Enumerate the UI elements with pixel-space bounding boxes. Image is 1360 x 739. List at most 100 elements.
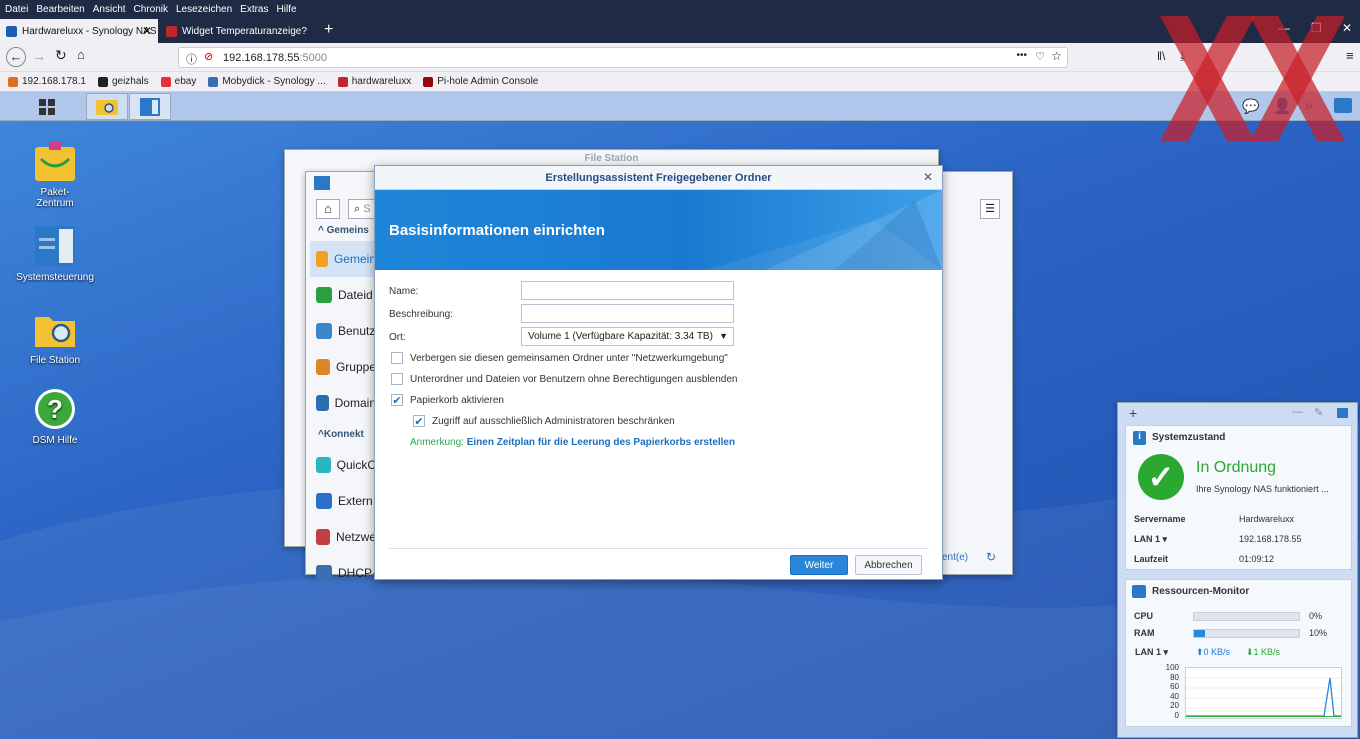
back-icon[interactable]: ← (6, 47, 26, 67)
sidebar-item[interactable]: Gruppe (310, 349, 376, 385)
wizard-close-icon[interactable]: ✕ (923, 170, 933, 184)
desktop-icon-control-panel[interactable]: Systemsteuerung (10, 224, 100, 283)
bookmark-item[interactable]: geizhals (97, 76, 149, 87)
bookmark-item[interactable]: ebay (160, 76, 196, 87)
y-tick-label: 100 (1165, 663, 1179, 672)
next-button[interactable]: Weiter (790, 555, 848, 575)
ram-bar-fill (1194, 630, 1205, 637)
desktop-icon-package-center[interactable]: Paket- Zentrum (10, 139, 100, 209)
sidebar-item[interactable]: Benutz (310, 313, 376, 349)
health-panel: i Systemzustand ✓ In Ordnung Ihre Synolo… (1125, 425, 1352, 570)
sidebar-item[interactable]: Extern (310, 483, 376, 519)
hamburger-menu-icon[interactable]: ≡ (1346, 48, 1354, 63)
reload-icon[interactable]: ↻ (55, 47, 67, 64)
name-input[interactable] (521, 281, 734, 300)
admin-only-label[interactable]: Zugriff auf ausschließlich Administrator… (432, 416, 675, 427)
sidebar-item[interactable]: Netzwe (310, 519, 376, 555)
sidebar-item-icon (316, 395, 329, 411)
info-icon[interactable]: ⓘ (186, 51, 197, 67)
sidebar-item-icon (316, 323, 332, 339)
sort-icon[interactable]: ☰ (980, 199, 1000, 219)
status-ok-icon: ✓ (1138, 454, 1184, 500)
servername-value: Hardwareluxx (1239, 514, 1295, 524)
section-connectivity[interactable]: ^ Konnekt (310, 421, 376, 447)
widget-pin-icon[interactable]: ✎ (1314, 406, 1323, 419)
new-tab-button[interactable]: + (324, 21, 333, 39)
home-icon[interactable]: ⌂ (77, 47, 85, 62)
pocket-icon[interactable]: ♡ (1035, 50, 1045, 63)
sidebar-item-label: Benutz (338, 324, 376, 338)
sidebar-item[interactable]: Domain (310, 385, 376, 421)
lan-label[interactable]: LAN 1 ▾ (1134, 534, 1167, 545)
sidebar-item[interactable]: Dateid (310, 277, 376, 313)
bookmark-favicon-icon (160, 76, 171, 87)
refresh-icon[interactable]: ↻ (986, 550, 996, 564)
menu-item-extras[interactable]: Extras (240, 4, 268, 15)
chart-y-axis: 100 80 60 40 20 0 (1159, 663, 1179, 721)
chevron-down-icon: ▼ (719, 331, 728, 341)
widget-panel: + — ✎ i Systemzustand ✓ In Ordnung Ihre … (1117, 402, 1358, 738)
location-select[interactable]: Volume 1 (Verfügbare Kapazität: 3.34 TB)… (521, 327, 734, 346)
lan-select[interactable]: LAN 1 ▾ (1135, 647, 1168, 658)
schedule-link[interactable]: Einen Zeitplan für die Leerung des Papie… (467, 437, 735, 448)
page-actions-icon[interactable]: ••• (1016, 50, 1027, 61)
checkbox-admin-only[interactable]: ✔ (413, 415, 425, 428)
help-icon: ? (33, 387, 77, 431)
health-title: Systemzustand (1152, 432, 1226, 443)
add-widget-button[interactable]: + (1129, 405, 1137, 421)
note-label: Anmerkung: (410, 437, 464, 448)
section-label: Konnekt (323, 428, 364, 440)
menu-item-ansicht[interactable]: Ansicht (93, 4, 126, 15)
checkbox-hide-subfolders[interactable] (391, 373, 403, 385)
url-bar[interactable]: ⓘ ⊘ 192.168.178.55:5000 ••• ♡ ☆ (178, 47, 1068, 68)
bookmark-item[interactable]: Mobydick - Synology ... (208, 76, 326, 87)
recycle-note: Anmerkung: Einen Zeitplan für die Leerun… (410, 437, 735, 448)
description-input[interactable] (521, 304, 734, 323)
section-shared[interactable]: ^ Gemeins (318, 225, 369, 236)
sidebar-item[interactable]: Gemein (310, 241, 376, 277)
widget-minimize-icon[interactable]: — (1292, 406, 1303, 418)
desktop-icon-label: Systemsteuerung (16, 272, 94, 283)
sidebar-item-label: Extern (338, 494, 373, 508)
sidebar-item[interactable]: DHCP- (310, 555, 376, 591)
menu-item-datei[interactable]: Datei (5, 4, 28, 15)
cancel-button[interactable]: Abbrechen (855, 555, 922, 575)
checkbox-recycle-bin[interactable]: ✔ (391, 394, 403, 407)
hide-subfolders-label[interactable]: Unterordner und Dateien vor Benutzern oh… (410, 374, 737, 385)
forward-icon[interactable]: → (32, 48, 46, 64)
tab-widget[interactable]: Widget Temperaturanzeige? (160, 19, 320, 43)
hwl-favicon-icon (166, 25, 177, 37)
bookmark-favicon-icon (8, 76, 18, 87)
menu-item-hilfe[interactable]: Hilfe (277, 4, 297, 15)
home-button[interactable]: ⌂ (316, 199, 340, 219)
network-chart-svg (1186, 677, 1341, 717)
tab-label: Widget Temperaturanzeige? (182, 25, 307, 37)
menu-item-bearbeiten[interactable]: Bearbeiten (36, 4, 84, 15)
desktop-icon-file-station[interactable]: File Station (10, 307, 100, 366)
menu-item-lesezeichen[interactable]: Lesezeichen (176, 4, 232, 15)
bookmark-item[interactable]: 192.168.178.1 (8, 76, 86, 87)
main-menu-icon[interactable] (26, 93, 68, 120)
tab-hardwareluxx[interactable]: Hardwareluxx - Synology NAS ✕ (0, 19, 158, 43)
sidebar-item[interactable]: QuickC (310, 447, 376, 483)
taskbar-file-station-icon[interactable] (86, 93, 128, 120)
desktop-icon-help[interactable]: ? DSM Hilfe (10, 387, 100, 446)
footer-link[interactable]: ent(e) (942, 552, 968, 563)
footer-divider (389, 548, 929, 549)
bookmark-item[interactable]: Pi-hole Admin Console (423, 76, 538, 87)
download-rate: ⬇1 KB/s (1246, 647, 1281, 657)
hide-network-label[interactable]: Verbergen sie diesen gemeinsamen Ordner … (410, 353, 728, 364)
y-tick-label: 20 (1170, 701, 1179, 711)
checkbox-hide-network[interactable] (391, 352, 403, 364)
ram-label: RAM (1134, 628, 1155, 638)
sidebar-item-label: Netzwe (335, 530, 376, 544)
tab-close-icon[interactable]: ✕ (142, 24, 152, 38)
recycle-bin-label[interactable]: Papierkorb aktivieren (410, 395, 504, 406)
bookmark-item[interactable]: hardwareluxx (337, 76, 411, 87)
desktop-icon-label: File Station (29, 355, 81, 366)
taskbar-control-panel-icon[interactable] (129, 93, 171, 120)
menu-item-chronik[interactable]: Chronik (134, 4, 168, 15)
bookmark-star-icon[interactable]: ☆ (1051, 49, 1062, 63)
tab-label: Hardwareluxx - Synology NAS (22, 25, 157, 37)
widget-layout-icon[interactable] (1337, 408, 1348, 418)
